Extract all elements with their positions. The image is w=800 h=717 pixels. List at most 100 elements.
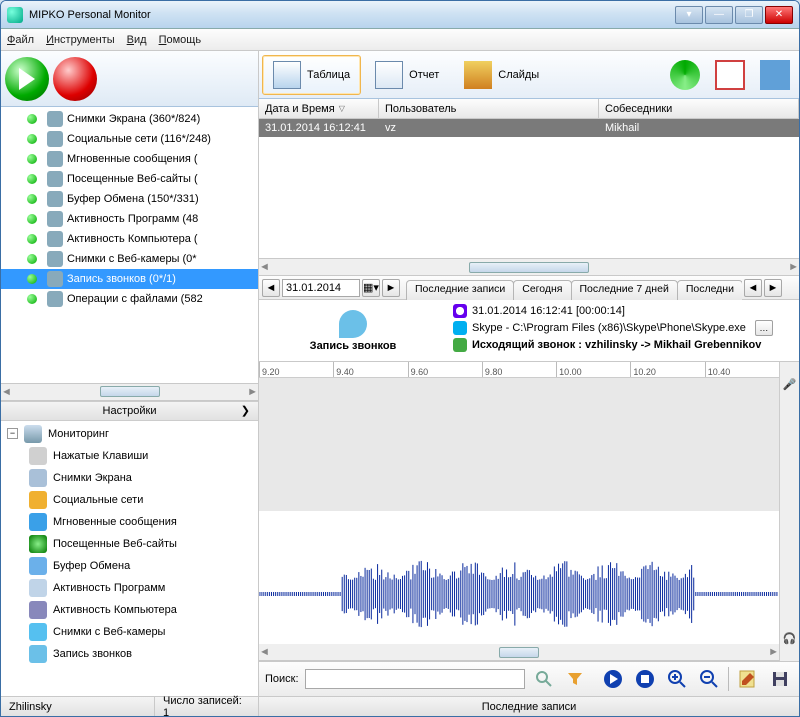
- search-input[interactable]: [305, 669, 525, 689]
- tree-item[interactable]: Снимки с Веб-камеры (0*: [1, 249, 258, 269]
- view-tab[interactable]: Слайды: [453, 55, 550, 95]
- tree-item[interactable]: Посещенные Веб-сайты (: [1, 169, 258, 189]
- collapse-icon[interactable]: −: [7, 428, 18, 439]
- tree-item[interactable]: Активность Компьютера (: [1, 229, 258, 249]
- category-tree[interactable]: Снимки Экрана (360*/824)Социальные сети …: [1, 107, 258, 384]
- menu-help[interactable]: Помощь: [159, 34, 202, 46]
- tree-item[interactable]: Социальные сети (116*/248): [1, 129, 258, 149]
- calendar-button[interactable]: [709, 55, 751, 95]
- tree-item[interactable]: Мгновенные сообщения (: [1, 149, 258, 169]
- edit-button[interactable]: [735, 666, 761, 692]
- tree-hscroll[interactable]: ◄►: [1, 384, 258, 401]
- date-range-tab[interactable]: Последние 7 дней: [571, 280, 678, 300]
- cell-datetime: 31.01.2014 16:12:41: [259, 121, 379, 135]
- next-date-button[interactable]: ►: [382, 279, 400, 297]
- menu-tools[interactable]: Инструменты: [46, 34, 115, 46]
- status-view: Последние записи: [259, 697, 799, 716]
- settings-tree[interactable]: − Мониторинг Нажатые Клавиши Снимки Экран…: [1, 421, 258, 697]
- stop-playback-button[interactable]: [632, 666, 658, 692]
- close-button[interactable]: ✕: [765, 6, 793, 24]
- view-tab[interactable]: Отчет: [364, 55, 450, 95]
- date-input[interactable]: [282, 279, 360, 297]
- date-range-tab[interactable]: Сегодня: [513, 280, 571, 300]
- grid-row[interactable]: 31.01.2014 16:12:41 vz Mikhail: [259, 119, 799, 137]
- filter-button[interactable]: [562, 666, 588, 692]
- settings-header[interactable]: Настройки ❯: [1, 401, 258, 421]
- col-user[interactable]: Пользователь: [379, 99, 599, 118]
- settings-item[interactable]: Снимки Экрана: [1, 467, 258, 489]
- grid-hscroll[interactable]: ◄►: [259, 259, 799, 276]
- settings-item[interactable]: Активность Компьютера: [1, 599, 258, 621]
- menu-bar: Файл Инструменты Вид Помощь: [1, 29, 799, 51]
- col-peer[interactable]: Собеседники: [599, 99, 799, 118]
- search-button[interactable]: [531, 666, 557, 692]
- app-icon: [7, 7, 23, 23]
- settings-item-label: Активность Компьютера: [53, 604, 177, 616]
- dropdown-button[interactable]: ▾: [675, 6, 703, 24]
- stop-monitoring-button[interactable]: [53, 57, 97, 101]
- date-filter-bar: ◄ ▦▾ ► Последние записиСегодняПоследние …: [259, 276, 799, 300]
- maximize-button[interactable]: ❐: [735, 6, 763, 24]
- headphone-icon: 🎧: [783, 632, 797, 645]
- scroll-tabs-right[interactable]: ►: [764, 279, 782, 297]
- refresh-icon: [670, 60, 700, 90]
- zoom-in-button[interactable]: [664, 666, 690, 692]
- status-dot-icon: [27, 231, 43, 247]
- date-range-tab[interactable]: Последни: [677, 280, 742, 300]
- grid-body[interactable]: 31.01.2014 16:12:41 vz Mikhail: [259, 119, 799, 259]
- sort-desc-icon: ▽: [339, 104, 345, 113]
- status-dot-icon: [27, 191, 43, 207]
- menu-view[interactable]: Вид: [127, 34, 147, 46]
- settings-item[interactable]: Социальные сети: [1, 489, 258, 511]
- minimize-button[interactable]: —: [705, 6, 733, 24]
- col-datetime[interactable]: Дата и Время▽: [259, 99, 379, 118]
- wave-sidebar: 🎤 🎧: [779, 362, 799, 661]
- view-tab[interactable]: Таблица: [262, 55, 361, 95]
- settings-item[interactable]: Мгновенные сообщения: [1, 511, 258, 533]
- tree-item[interactable]: Запись звонков (0*/1): [1, 269, 258, 289]
- settings-item-label: Нажатые Клавиши: [53, 450, 148, 462]
- scroll-tabs-left[interactable]: ◄: [744, 279, 762, 297]
- date-picker-button[interactable]: ▦▾: [362, 279, 380, 297]
- mic-icon: 🎤: [783, 378, 797, 391]
- wave-hscroll[interactable]: ◄►: [259, 644, 779, 661]
- settings-item[interactable]: Посещенные Веб-сайты: [1, 533, 258, 555]
- save-button[interactable]: [767, 666, 793, 692]
- date-range-tab[interactable]: Последние записи: [406, 280, 514, 300]
- grid-header: Дата и Время▽ Пользователь Собеседники: [259, 99, 799, 119]
- settings-item[interactable]: Снимки с Веб-камеры: [1, 621, 258, 643]
- prev-date-button[interactable]: ◄: [262, 279, 280, 297]
- menu-file[interactable]: Файл: [7, 34, 34, 46]
- recycle-button[interactable]: [754, 55, 796, 95]
- settings-item[interactable]: Буфер Обмена: [1, 555, 258, 577]
- tree-item-label: Мгновенные сообщения (: [67, 153, 198, 165]
- settings-item[interactable]: Активность Программ: [1, 577, 258, 599]
- start-monitoring-button[interactable]: [5, 57, 49, 101]
- tab-icon: [464, 61, 492, 89]
- refresh-button[interactable]: [664, 55, 706, 95]
- settings-item-label: Запись звонков: [53, 648, 132, 660]
- tree-item-label: Буфер Обмена (150*/331): [67, 193, 199, 205]
- settings-item[interactable]: Запись звонков: [1, 643, 258, 665]
- status-bar: Zhilinsky Число записей: 1 Последние зап…: [1, 696, 799, 716]
- settings-item[interactable]: Нажатые Клавиши: [1, 445, 258, 467]
- tree-item[interactable]: Операции с файлами (582: [1, 289, 258, 309]
- ruler-tick: 9.80: [482, 362, 556, 377]
- waveform-canvas[interactable]: [259, 378, 779, 644]
- detail-app: Skype - C:\Program Files (x86)\Skype\Pho…: [472, 322, 746, 334]
- detail-info: Исходящий звонок : vzhilinsky -> Mikhail…: [472, 339, 761, 351]
- category-icon: [47, 211, 63, 227]
- zoom-out-button[interactable]: [696, 666, 722, 692]
- tree-item[interactable]: Буфер Обмена (150*/331): [1, 189, 258, 209]
- more-button[interactable]: …: [755, 320, 773, 336]
- record-toolbar: [1, 51, 258, 107]
- status-dot-icon: [27, 151, 43, 167]
- tree-item[interactable]: Активность Программ (48: [1, 209, 258, 229]
- play-button[interactable]: [600, 666, 626, 692]
- settings-root[interactable]: − Мониторинг: [1, 423, 258, 445]
- tree-item[interactable]: Снимки Экрана (360*/824): [1, 109, 258, 129]
- tab-icon: [273, 61, 301, 89]
- tab-label: Таблица: [307, 69, 350, 81]
- calendar-icon: [715, 60, 745, 90]
- settings-item-label: Снимки с Веб-камеры: [53, 626, 165, 638]
